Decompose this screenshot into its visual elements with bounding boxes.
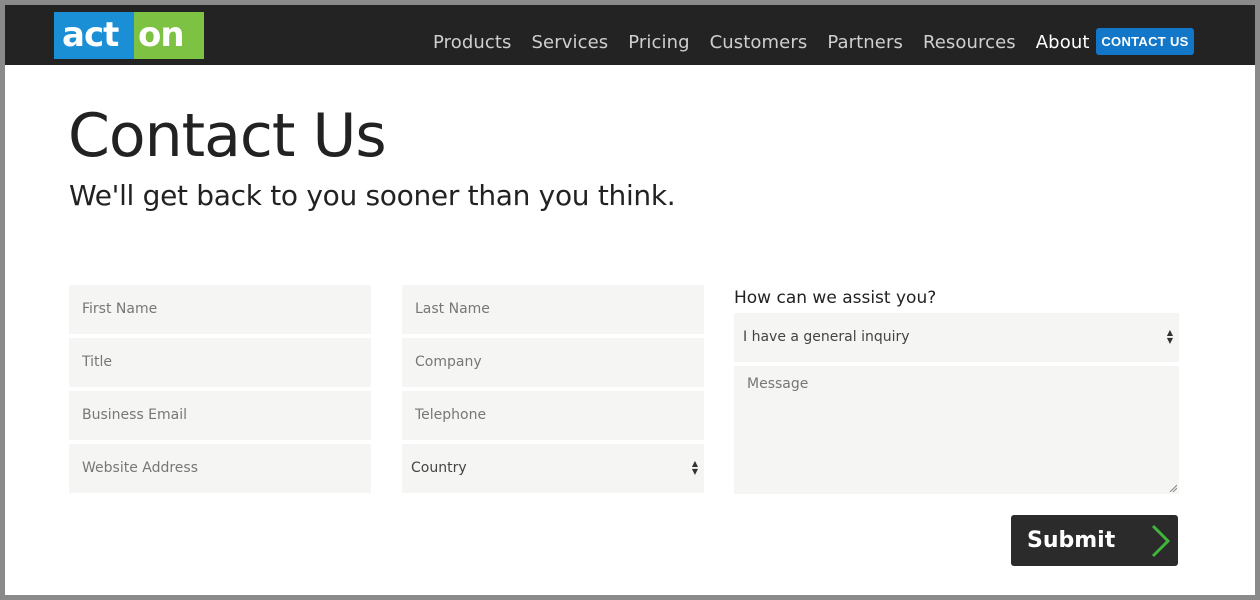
nav-services[interactable]: Services bbox=[532, 32, 609, 53]
title-field[interactable]: Title bbox=[69, 338, 371, 387]
page-title: Contact Us bbox=[68, 101, 387, 171]
inquiry-select[interactable]: I have a general inquiry ▲ ▼ bbox=[734, 313, 1179, 362]
page-frame: act on Products Services Pricing Custome… bbox=[5, 5, 1255, 595]
country-select[interactable]: Country ▲ ▼ bbox=[402, 444, 704, 493]
nav-customers[interactable]: Customers bbox=[710, 32, 808, 53]
submit-label: Submit bbox=[1027, 528, 1116, 553]
assist-label: How can we assist you? bbox=[734, 288, 937, 308]
inquiry-select-value: I have a general inquiry bbox=[743, 329, 910, 345]
act-on-logo[interactable]: act on bbox=[54, 12, 204, 59]
nav-partners[interactable]: Partners bbox=[827, 32, 903, 53]
submit-button[interactable]: Submit bbox=[1011, 515, 1178, 566]
company-field[interactable]: Company bbox=[402, 338, 704, 387]
chevron-right-icon bbox=[1151, 524, 1171, 558]
first-name-field[interactable]: First Name bbox=[69, 285, 371, 334]
business-email-field[interactable]: Business Email bbox=[69, 391, 371, 440]
last-name-field[interactable]: Last Name bbox=[402, 285, 704, 334]
message-textarea[interactable]: Message bbox=[734, 366, 1179, 494]
website-address-field[interactable]: Website Address bbox=[69, 444, 371, 493]
telephone-field[interactable]: Telephone bbox=[402, 391, 704, 440]
logo-on: on bbox=[134, 12, 204, 59]
select-updown-icon: ▲ ▼ bbox=[691, 459, 698, 476]
message-placeholder: Message bbox=[747, 376, 809, 392]
nav-pricing[interactable]: Pricing bbox=[628, 32, 689, 53]
logo-on-text: on bbox=[138, 15, 185, 55]
nav-about[interactable]: About bbox=[1036, 32, 1090, 53]
top-navbar: act on Products Services Pricing Custome… bbox=[5, 5, 1255, 65]
country-select-value: Country bbox=[411, 460, 467, 476]
main-nav: Products Services Pricing Customers Part… bbox=[433, 32, 1109, 53]
resize-grip-icon[interactable] bbox=[1169, 484, 1177, 492]
select-updown-icon: ▲ ▼ bbox=[1166, 328, 1173, 345]
contact-us-button[interactable]: CONTACT US bbox=[1096, 28, 1194, 55]
nav-products[interactable]: Products bbox=[433, 32, 512, 53]
logo-act: act bbox=[54, 12, 134, 59]
page-subtitle: We'll get back to you sooner than you th… bbox=[69, 179, 676, 212]
nav-resources[interactable]: Resources bbox=[923, 32, 1016, 53]
